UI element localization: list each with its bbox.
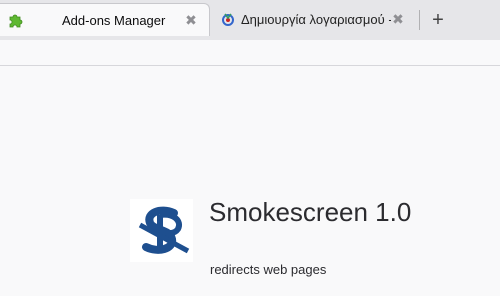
addon-title: Smokescreen 1.0 <box>209 197 412 227</box>
tab-label: Δημιουργία λογαριασμού - ... <box>241 12 391 27</box>
smokescreen-logo-icon <box>130 199 193 262</box>
puzzle-icon <box>7 12 23 28</box>
new-tab-button[interactable]: + <box>428 9 448 31</box>
tab-separator <box>419 10 420 30</box>
wikimedia-icon <box>220 11 236 27</box>
tab-create-account[interactable]: Δημιουργία λογαριασμού - ... ✖ <box>213 3 415 36</box>
tab-strip: Add-ons Manager ✖ Δημιουργία λογαριασμού… <box>0 0 500 40</box>
addon-description: redirects web pages <box>210 262 327 277</box>
close-icon[interactable]: ✖ <box>183 12 199 28</box>
navigation-bar <box>0 40 500 66</box>
close-icon[interactable]: ✖ <box>390 11 406 27</box>
tab-label: Add-ons Manager <box>62 13 166 28</box>
tab-addons-manager[interactable]: Add-ons Manager ✖ <box>0 3 210 36</box>
